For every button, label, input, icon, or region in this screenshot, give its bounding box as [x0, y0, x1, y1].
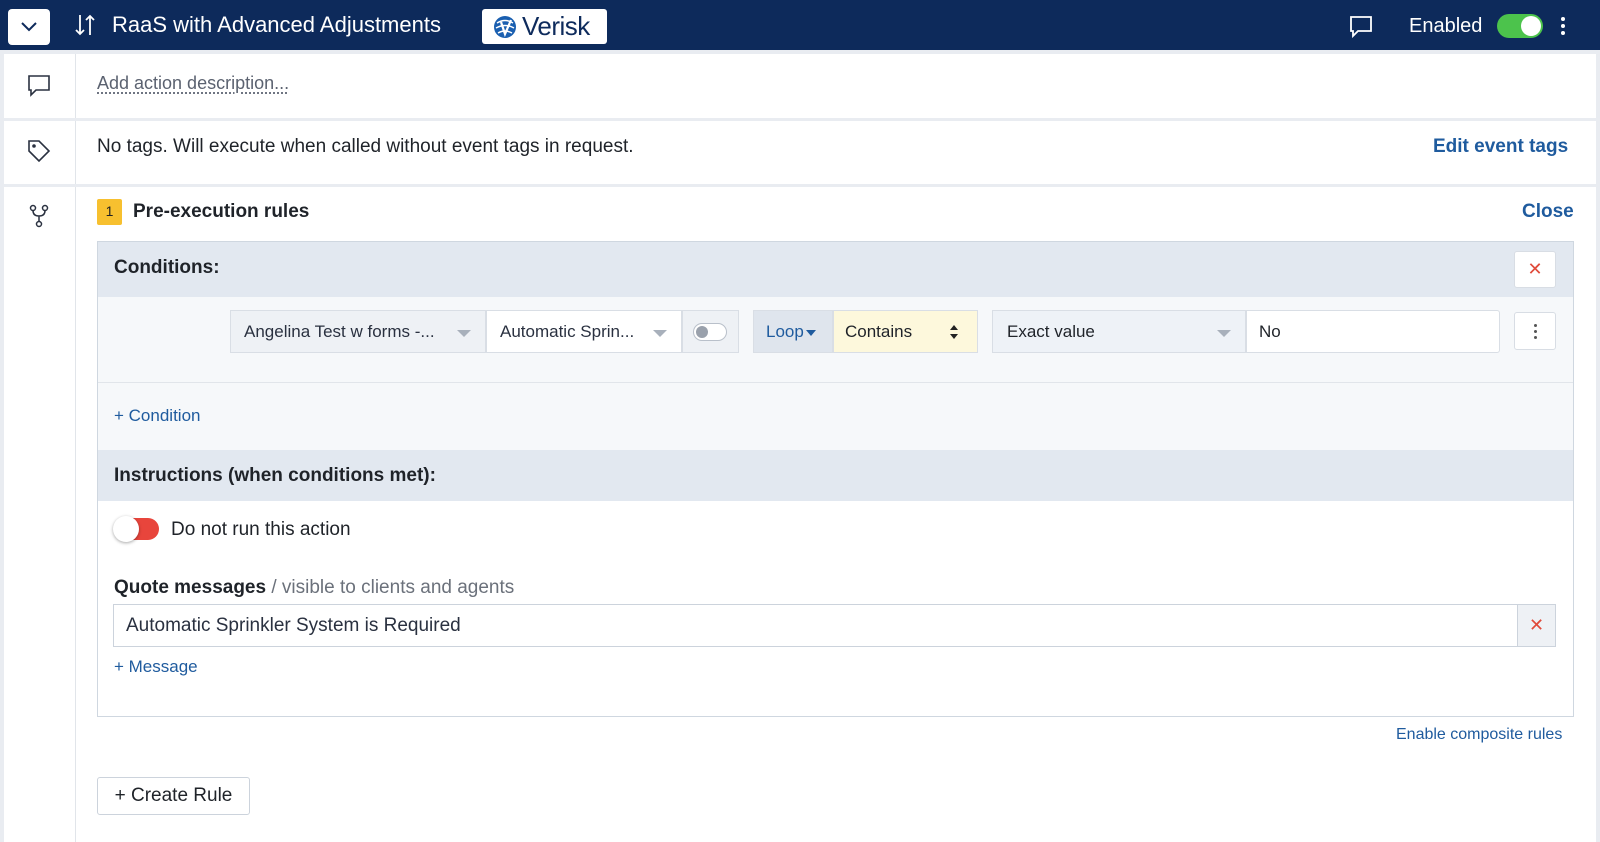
- close-rules-link[interactable]: Close: [1522, 201, 1574, 223]
- quote-messages-label: Quote messages / visible to clients and …: [114, 577, 514, 599]
- condition-value-text: No: [1259, 321, 1281, 341]
- add-message-link[interactable]: + Message: [114, 657, 198, 677]
- value-type-select[interactable]: Exact value: [992, 310, 1246, 353]
- more-options-icon[interactable]: [1558, 14, 1568, 38]
- tags-status-text: No tags. Will execute when called withou…: [97, 136, 634, 157]
- divider: [98, 382, 1573, 383]
- rules-icon-cell: [4, 187, 76, 842]
- caret-down-icon: [1217, 330, 1231, 337]
- operator-select[interactable]: Contains: [833, 310, 978, 353]
- quote-message-text: Automatic Sprinkler System is Required: [126, 614, 461, 636]
- enable-composite-rules-link[interactable]: Enable composite rules: [1396, 726, 1562, 744]
- conditions-title: Conditions:: [114, 257, 220, 278]
- comment-icon: [26, 72, 52, 98]
- sort-arrows-icon: [950, 325, 958, 339]
- rule-count-badge: 1: [97, 199, 122, 225]
- create-rule-button[interactable]: + Create Rule: [97, 777, 250, 815]
- caret-down-icon: [806, 330, 816, 336]
- condition-toggle[interactable]: [693, 323, 727, 341]
- chevron-down-icon: [21, 22, 37, 32]
- add-condition-link[interactable]: + Condition: [114, 406, 200, 426]
- loop-label: Loop: [766, 321, 804, 341]
- create-rule-label: + Create Rule: [114, 785, 233, 806]
- instructions-title: Instructions (when conditions met):: [114, 465, 436, 486]
- quote-message-input[interactable]: Automatic Sprinkler System is Required: [113, 604, 1518, 647]
- condition-value-input[interactable]: No: [1246, 310, 1500, 353]
- field-select[interactable]: Automatic Sprin...: [486, 310, 682, 353]
- caret-down-icon: [653, 330, 667, 337]
- verisk-logo: Verisk: [482, 9, 607, 44]
- add-description-link[interactable]: Add action description...: [97, 73, 289, 94]
- logo-text: Verisk: [522, 11, 590, 41]
- tag-icon: [26, 138, 52, 164]
- pre-execution-rules-title: Pre-execution rules: [133, 201, 310, 222]
- branch-icon: [26, 203, 52, 229]
- quote-messages-title: Quote messages: [114, 577, 267, 598]
- conditions-header: [98, 242, 1573, 297]
- condition-toggle-cell: [682, 310, 739, 353]
- collapse-button[interactable]: [8, 9, 50, 45]
- field-select-value: Automatic Sprin...: [500, 321, 635, 341]
- delete-rule-button[interactable]: ✕: [1514, 251, 1556, 288]
- enabled-toggle[interactable]: [1497, 14, 1543, 38]
- verisk-globe-icon: [494, 15, 516, 38]
- close-icon: ✕: [1527, 259, 1543, 279]
- comment-icon[interactable]: [1348, 13, 1374, 39]
- enabled-label: Enabled: [1409, 15, 1483, 37]
- condition-more-button[interactable]: [1514, 312, 1556, 350]
- form-select[interactable]: Angelina Test w forms -...: [230, 310, 486, 353]
- edit-event-tags-link[interactable]: Edit event tags: [1433, 136, 1568, 158]
- caret-down-icon: [457, 330, 471, 337]
- operator-value: Contains: [845, 321, 913, 341]
- do-not-run-toggle[interactable]: [113, 516, 159, 542]
- form-select-value: Angelina Test w forms -...: [244, 321, 435, 341]
- value-type-value: Exact value: [1007, 321, 1095, 341]
- loop-dropdown[interactable]: Loop: [753, 310, 833, 353]
- sort-icon[interactable]: [72, 12, 98, 38]
- remove-message-button[interactable]: ✕: [1518, 604, 1556, 647]
- close-icon: ✕: [1528, 615, 1545, 635]
- quote-messages-subtitle: / visible to clients and agents: [266, 577, 515, 598]
- action-title: RaaS with Advanced Adjustments: [112, 12, 441, 37]
- do-not-run-label: Do not run this action: [171, 519, 351, 540]
